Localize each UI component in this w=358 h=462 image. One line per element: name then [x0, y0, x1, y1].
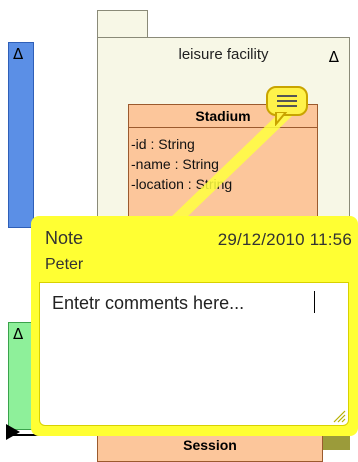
- note-author: Peter: [45, 256, 84, 273]
- note-popup[interactable]: Note 29/12/2010 11:56 Peter Entetr comme…: [31, 216, 358, 436]
- text-caret: [314, 291, 315, 313]
- note-datetime: 29/12/2010 11:56: [217, 230, 352, 249]
- resize-grip-icon[interactable]: [330, 407, 346, 423]
- note-comment-input[interactable]: Entetr comments here...: [52, 293, 332, 314]
- bubble-tail-icon: [275, 112, 288, 126]
- note-title: Note: [45, 228, 84, 248]
- note-comment-area[interactable]: Entetr comments here...: [39, 282, 349, 426]
